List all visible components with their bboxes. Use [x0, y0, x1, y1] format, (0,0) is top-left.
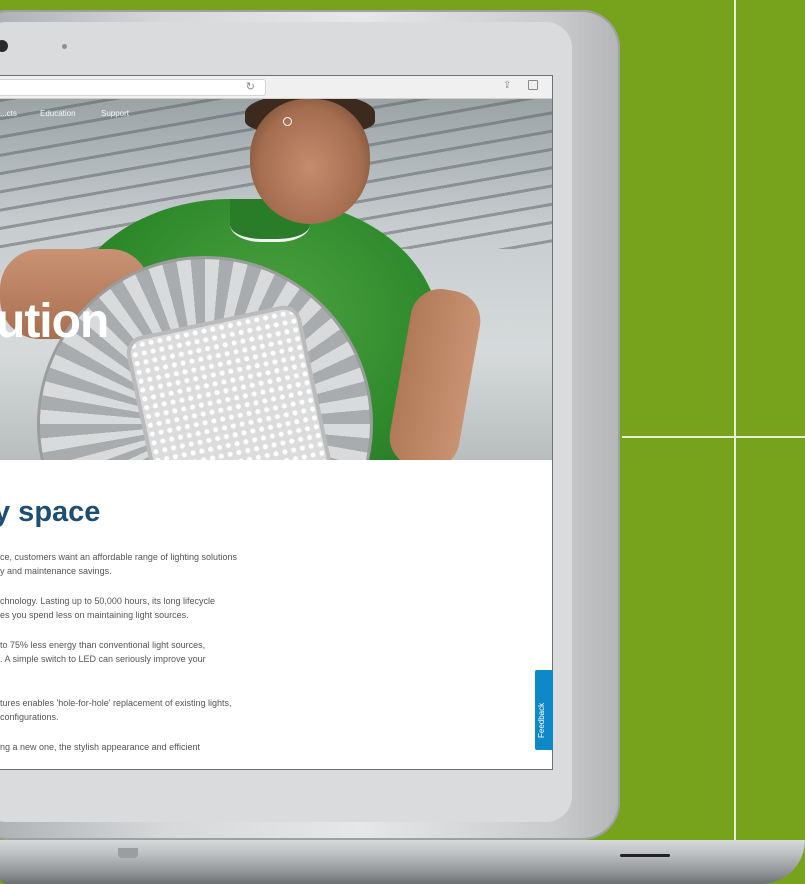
- background-gridline-horizontal: [622, 436, 805, 438]
- paragraph: chnology. Lasting up to 50,000 hours, it…: [0, 594, 215, 622]
- paragraph-line: configurations.: [0, 712, 59, 722]
- site-navigation: ...cts Education Support: [0, 109, 552, 126]
- paragraph: tures enables 'hole-for-hole' replacemen…: [0, 696, 232, 724]
- article-content: y space ce, customers want an affordable…: [0, 460, 552, 769]
- nav-item-products[interactable]: ...cts: [0, 109, 17, 118]
- search-icon[interactable]: [283, 117, 292, 126]
- hero-banner: ...cts Education Support ution: [0, 99, 552, 460]
- base-vent: [620, 854, 670, 857]
- nav-item-education[interactable]: Education: [40, 109, 76, 118]
- nav-item-support[interactable]: Support: [101, 109, 129, 118]
- hero-title: ution: [0, 295, 109, 348]
- share-icon[interactable]: ⇪: [503, 80, 511, 91]
- paragraph-line: y and maintenance savings.: [0, 566, 112, 576]
- paragraph-line: to 75% less energy than conventional lig…: [0, 640, 206, 650]
- paragraph-line: es you spend less on maintaining light s…: [0, 610, 189, 620]
- browser-toolbar: ↻ ⇪: [0, 76, 552, 99]
- ambient-sensor: [62, 44, 67, 49]
- paragraph-line: chnology. Lasting up to 50,000 hours, it…: [0, 596, 215, 606]
- address-bar[interactable]: ↻: [0, 79, 266, 96]
- feedback-label[interactable]: Feedback: [537, 703, 546, 738]
- reload-icon[interactable]: ↻: [246, 80, 255, 95]
- tabs-icon[interactable]: [528, 80, 538, 90]
- laptop-base: [0, 840, 805, 884]
- lid-opening-notch: [118, 848, 138, 858]
- paragraph-line: ng a new one, the stylish appearance and…: [0, 742, 200, 752]
- paragraph-line: . A simple switch to LED can seriously i…: [0, 654, 206, 664]
- paragraph-line: tures enables 'hole-for-hole' replacemen…: [0, 698, 232, 708]
- section-heading: y space: [0, 496, 101, 528]
- paragraph: to 75% less energy than conventional lig…: [0, 638, 206, 666]
- paragraph-line: ce, customers want an affordable range o…: [0, 552, 237, 562]
- browser-window: ↻ ⇪ ...cts Education Support ution y spa…: [0, 76, 552, 769]
- paragraph: ng a new one, the stylish appearance and…: [0, 740, 200, 754]
- background-gridline-vertical: [734, 0, 736, 884]
- paragraph: ce, customers want an affordable range o…: [0, 550, 237, 578]
